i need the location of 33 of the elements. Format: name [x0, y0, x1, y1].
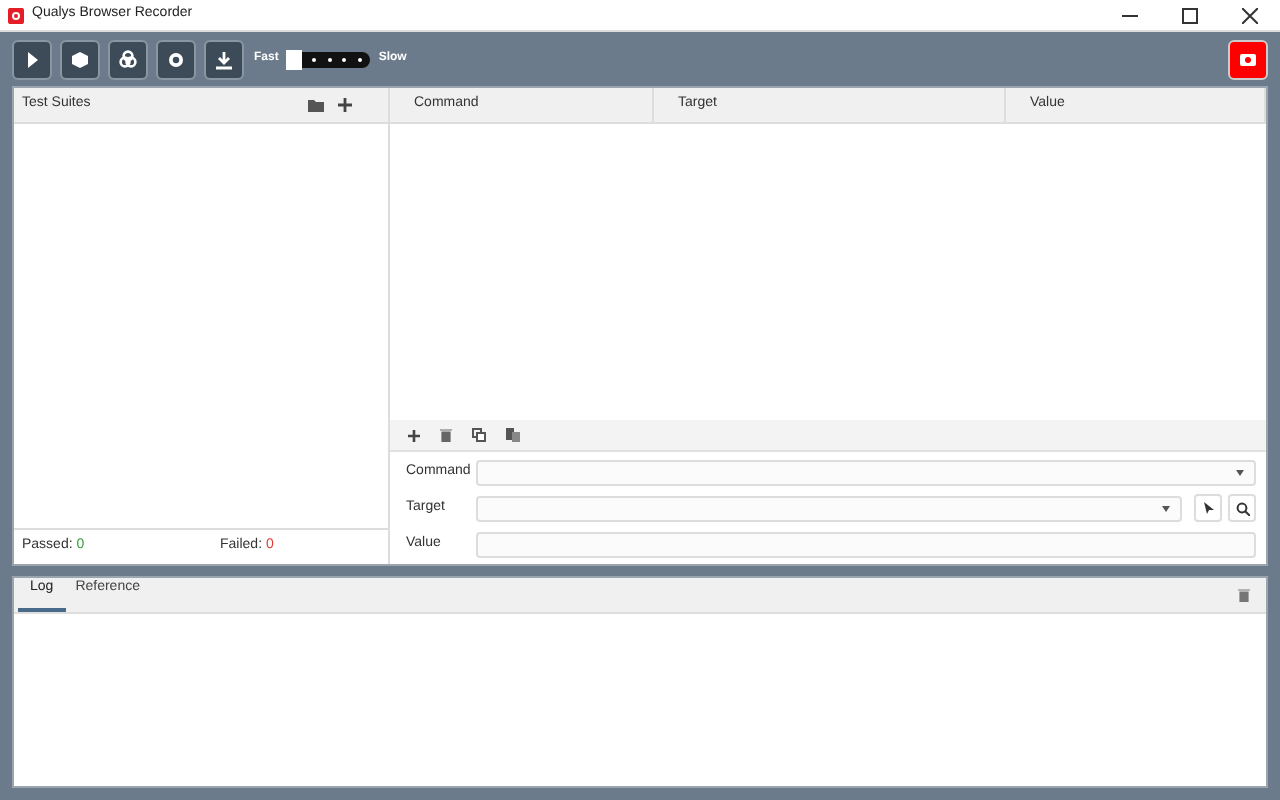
app-icon — [8, 7, 24, 23]
circles-icon — [118, 49, 138, 69]
circles-button[interactable] — [108, 39, 148, 79]
dropdown-field[interactable] — [476, 495, 1182, 521]
dropdown-field[interactable] — [476, 459, 1256, 485]
paste-icon[interactable] — [506, 428, 520, 442]
record-button[interactable] — [156, 39, 196, 79]
cube-button[interactable] — [60, 39, 100, 79]
play-icon — [22, 49, 42, 69]
trash-icon[interactable] — [1238, 588, 1250, 602]
plus-icon[interactable] — [338, 98, 352, 112]
close-icon[interactable] — [1242, 7, 1258, 23]
download-button[interactable] — [204, 39, 244, 79]
input-field[interactable] — [476, 531, 1256, 557]
speed-slider[interactable] — [286, 51, 371, 67]
folder-icon[interactable] — [308, 98, 324, 112]
record-button[interactable] — [1228, 39, 1268, 79]
caret-icon — [1162, 505, 1170, 511]
add-icon[interactable] — [408, 429, 420, 441]
pick-button[interactable] — [1194, 494, 1222, 522]
camera-icon — [1240, 52, 1256, 66]
search-icon — [1235, 501, 1249, 515]
search-button[interactable] — [1228, 494, 1256, 522]
download-icon — [214, 49, 234, 69]
cube-icon — [70, 49, 90, 69]
trash-icon[interactable] — [440, 428, 452, 442]
copy-icon[interactable] — [472, 428, 486, 442]
caret-icon — [1236, 469, 1244, 475]
record-icon — [166, 49, 186, 69]
play-button[interactable] — [12, 39, 52, 79]
cursor-icon — [1203, 502, 1213, 514]
maximize-icon[interactable] — [1182, 7, 1198, 23]
slider-thumb[interactable] — [286, 49, 303, 69]
